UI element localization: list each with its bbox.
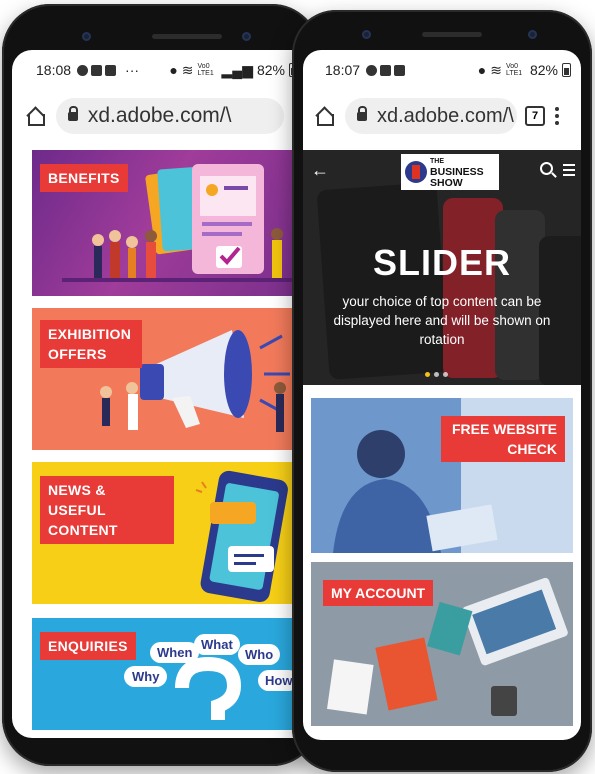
back-phone: 18:08 ··· ● ≋ Vo0 LTE1 ▂▄▆ 82% xd.adobe.… xyxy=(2,4,320,766)
wifi-icon: ≋ xyxy=(181,61,194,78)
bubble-when: When xyxy=(150,642,200,663)
hamburger-menu-icon[interactable] xyxy=(563,164,575,179)
hero-title: SLIDER xyxy=(372,242,511,283)
notification-icon xyxy=(366,64,378,76)
benefits-card[interactable]: BENEFITS xyxy=(32,150,304,296)
status-bar: 18:08 ··· ● ≋ Vo0 LTE1 ▂▄▆ 82% xyxy=(12,50,312,90)
network-label: Vo0 LTE1 xyxy=(505,63,523,77)
network-label: Vo0 LTE1 xyxy=(197,63,214,77)
benefits-label: BENEFITS xyxy=(40,164,128,192)
website-check-card[interactable]: FREE WEBSITE CHECK xyxy=(311,398,573,553)
back-screen: 18:08 ··· ● ≋ Vo0 LTE1 ▂▄▆ 82% xd.adobe.… xyxy=(12,50,312,738)
lock-icon xyxy=(357,105,367,121)
location-icon: ● xyxy=(477,62,487,78)
more-notifications-icon: ··· xyxy=(125,62,140,78)
search-icon[interactable] xyxy=(540,162,553,175)
mail-icon xyxy=(380,64,392,76)
enquiries-label: ENQUIRIES xyxy=(40,632,136,660)
url-bar[interactable]: xd.adobe.com/\ xyxy=(55,98,284,134)
slider-dot[interactable] xyxy=(443,372,448,377)
signal-icon: ▂▄▆ xyxy=(221,61,253,78)
battery-level: 82% xyxy=(256,62,285,78)
enquiries-card[interactable]: ENQUIRIES When What Who Why How xyxy=(32,618,304,730)
message-icon xyxy=(105,64,117,76)
home-icon[interactable] xyxy=(315,106,335,126)
status-time: 18:07 xyxy=(325,62,361,78)
back-arrow-icon[interactable]: ← xyxy=(311,160,329,181)
tab-count-button[interactable]: 7 xyxy=(525,106,545,126)
status-time: 18:08 xyxy=(36,62,72,78)
sensor xyxy=(242,32,251,41)
business-show-logo[interactable]: THE BUSINESS SHOW xyxy=(401,154,499,190)
news-content-label: NEWS & USEFUL CONTENT xyxy=(40,476,174,544)
front-phone: 18:07 ● ≋ Vo0 LTE1 82% xd.adobe.com/\ 7 xyxy=(292,10,592,772)
browser-toolbar: xd.adobe.com/\ 7 xyxy=(12,92,312,140)
slider-pagination[interactable] xyxy=(425,372,448,377)
slider-dot[interactable] xyxy=(434,372,439,377)
bubble-why: Why xyxy=(124,666,168,687)
bubble-what: What xyxy=(194,634,240,655)
hero-subtitle: your choice of top content can be displa… xyxy=(333,294,551,347)
front-camera xyxy=(362,30,371,39)
home-icon[interactable] xyxy=(26,106,46,126)
slider-dot-active[interactable] xyxy=(425,372,430,377)
speaker-grille xyxy=(152,34,222,39)
front-camera xyxy=(82,32,91,41)
more-options-icon[interactable] xyxy=(555,107,559,125)
website-check-label: FREE WEBSITE CHECK xyxy=(441,416,565,462)
mail-icon xyxy=(91,64,103,76)
message-icon xyxy=(394,64,406,76)
logo-mark-icon xyxy=(405,161,427,183)
logo-line-2: BUSINESS xyxy=(430,165,484,178)
speaker-grille xyxy=(422,32,482,37)
bubble-who: Who xyxy=(238,644,281,665)
exhibition-offers-card[interactable]: EXHIBITION OFFERS xyxy=(32,308,304,450)
my-account-label: MY ACCOUNT xyxy=(323,580,434,606)
url-text: xd.adobe.com/\ xyxy=(377,104,514,127)
wifi-icon: ≋ xyxy=(490,61,502,78)
exhibition-offers-label: EXHIBITION OFFERS xyxy=(40,320,142,368)
sensor xyxy=(528,30,537,39)
status-bar: 18:07 ● ≋ Vo0 LTE1 82% xyxy=(303,50,581,90)
my-account-card[interactable]: MY ACCOUNT xyxy=(311,562,573,726)
front-screen: 18:07 ● ≋ Vo0 LTE1 82% xd.adobe.com/\ 7 xyxy=(303,50,581,740)
logo-line-1: THE xyxy=(430,157,444,165)
notification-icon xyxy=(77,64,89,76)
battery-level: 82% xyxy=(529,62,558,78)
battery-icon xyxy=(562,63,571,77)
hero-slider[interactable]: ← THE BUSINESS SHOW SLIDER your choice o… xyxy=(303,150,581,385)
url-bar[interactable]: xd.adobe.com/\ xyxy=(345,98,517,134)
lock-icon xyxy=(67,105,78,121)
location-icon: ● xyxy=(169,62,178,78)
url-text: xd.adobe.com/\ xyxy=(87,104,232,127)
logo-line-3: SHOW xyxy=(430,176,463,189)
browser-toolbar: xd.adobe.com/\ 7 xyxy=(303,92,581,140)
news-content-card[interactable]: NEWS & USEFUL CONTENT xyxy=(32,462,304,604)
